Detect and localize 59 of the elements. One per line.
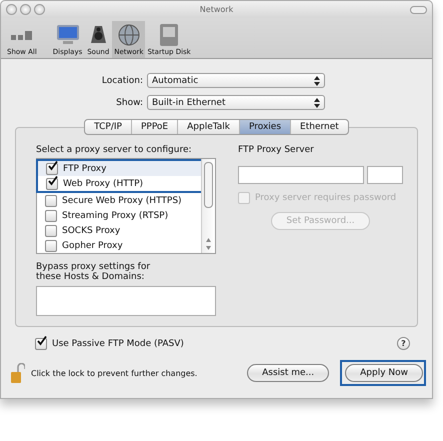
tab[interactable]: Proxies <box>238 120 290 134</box>
list-row[interactable]: FTP Proxy <box>38 161 201 176</box>
checkbox-label: Web Proxy (HTTP) <box>63 178 144 188</box>
tab[interactable]: TCP/IP <box>85 120 131 134</box>
tab[interactable]: PPPoE <box>130 120 178 134</box>
set-password-button: Set Password... <box>271 212 370 230</box>
section-label: FTP Proxy Server <box>238 145 315 155</box>
window-control[interactable] <box>34 4 45 15</box>
field-label: Show: <box>115 98 143 108</box>
window-control[interactable] <box>6 4 17 15</box>
checkbox-label: Use Passive FTP Mode (PASV) <box>52 338 184 348</box>
checkmark-icon <box>47 160 58 170</box>
checkbox-label: Gopher Proxy <box>62 240 123 250</box>
location-popup[interactable]: Automatic <box>147 73 325 88</box>
window-title: Network <box>200 5 234 14</box>
footer-button[interactable]: Apply Now <box>345 364 423 382</box>
hosts-field[interactable] <box>36 286 216 316</box>
section-label: Select a proxy server to configure: <box>36 145 193 155</box>
globe-icon <box>116 23 141 47</box>
checkbox[interactable] <box>35 338 47 350</box>
show-popup[interactable]: Built-in Ethernet <box>147 95 325 110</box>
list-row[interactable]: Gopher Proxy <box>37 238 201 253</box>
checkbox[interactable] <box>45 240 57 252</box>
port-field[interactable] <box>367 166 403 184</box>
checkbox-label: Proxy server requires password <box>255 193 396 203</box>
checkbox[interactable] <box>45 210 57 222</box>
section-label: Bypass proxy settings for these Hosts & Domains: <box>36 262 152 282</box>
window-control[interactable] <box>20 4 31 15</box>
checkmark-icon <box>36 336 47 346</box>
list-row[interactable]: Streaming Proxy (RTSP) <box>37 208 201 223</box>
updown-arrows-icon <box>314 76 320 86</box>
scrollbar[interactable] <box>201 159 215 253</box>
list-row[interactable]: Web Proxy (HTTP) <box>38 176 201 191</box>
checkbox[interactable] <box>45 194 57 206</box>
lock-message: Click the lock to prevent further changes. <box>31 368 198 378</box>
scroll-arrows-icon <box>206 238 211 250</box>
popup-value: Automatic <box>152 76 198 86</box>
checkbox-label: Streaming Proxy (RTSP) <box>62 210 168 220</box>
field-label: Location: <box>100 76 143 86</box>
checkbox[interactable] <box>45 224 57 236</box>
checkbox-label: SOCKS Proxy <box>62 226 120 236</box>
footer-button[interactable]: Assist me... <box>247 364 330 382</box>
toolbar-button[interactable] <box>410 6 427 14</box>
scroll-thumb[interactable] <box>204 162 213 208</box>
list-row[interactable]: Secure Web Proxy (HTTPS) <box>37 193 201 208</box>
checkbox-label: FTP Proxy <box>63 164 106 174</box>
padlock-icon <box>11 363 25 383</box>
checkbox[interactable] <box>46 178 58 190</box>
tab[interactable]: Ethernet <box>290 120 348 134</box>
checkbox[interactable] <box>46 162 58 174</box>
popup-value: Built-in Ethernet <box>152 98 226 108</box>
help-button[interactable]: ? <box>397 337 410 350</box>
list-row[interactable]: SOCKS Proxy <box>37 223 201 238</box>
updown-arrows-icon <box>314 98 320 108</box>
checkmark-icon <box>47 176 58 186</box>
server-field[interactable] <box>238 166 364 184</box>
grid-icon <box>11 31 32 40</box>
monitor-icon <box>56 23 80 47</box>
checkbox-label: Secure Web Proxy (HTTPS) <box>62 196 182 206</box>
